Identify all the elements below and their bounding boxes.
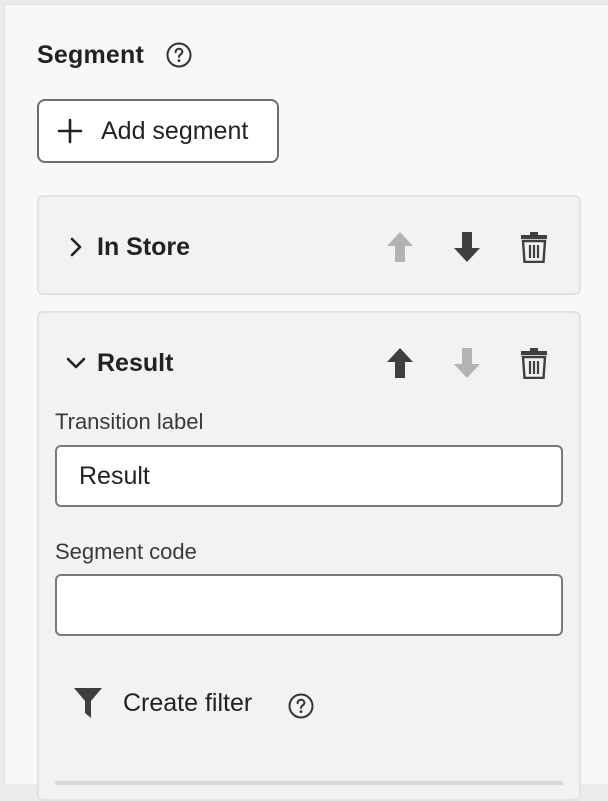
- chevron-down-icon[interactable]: [65, 352, 87, 374]
- segment-header: In Store: [39, 227, 579, 267]
- arrow-up-icon[interactable]: [383, 346, 417, 380]
- panel-title: Segment: [37, 40, 144, 69]
- create-filter-label: Create filter: [123, 688, 253, 717]
- transition-label-caption: Transition label: [55, 409, 204, 434]
- transition-label-input[interactable]: [55, 445, 563, 507]
- segment-title: In Store: [97, 232, 191, 261]
- divider: [55, 781, 563, 785]
- funnel-icon: [73, 686, 103, 720]
- add-segment-button[interactable]: Add segment: [37, 99, 279, 163]
- help-circle-icon[interactable]: [288, 693, 314, 719]
- arrow-down-icon[interactable]: [450, 346, 484, 380]
- segment-panel: Segment Add segment In Store Result Tran…: [4, 4, 608, 801]
- trash-icon[interactable]: [517, 230, 551, 264]
- help-circle-icon[interactable]: [166, 42, 192, 68]
- plus-icon: [57, 118, 83, 144]
- trash-icon[interactable]: [517, 346, 551, 380]
- segment-code-caption: Segment code: [55, 539, 197, 564]
- chevron-right-icon[interactable]: [65, 236, 87, 258]
- segment-actions: [350, 227, 551, 267]
- add-segment-label: Add segment: [101, 116, 249, 145]
- segment-actions: [350, 343, 551, 383]
- arrow-up-icon[interactable]: [383, 230, 417, 264]
- panel-header: Segment: [37, 35, 192, 75]
- segment-title: Result: [97, 348, 174, 377]
- segment-card-result: Result Transition label Result Segment c…: [37, 311, 581, 801]
- arrow-down-icon[interactable]: [450, 230, 484, 264]
- segment-card-in-store: In Store: [37, 195, 581, 295]
- segment-code-input[interactable]: [55, 574, 563, 636]
- segment-header: Result: [39, 343, 579, 383]
- create-filter-button[interactable]: Create filter: [73, 683, 314, 723]
